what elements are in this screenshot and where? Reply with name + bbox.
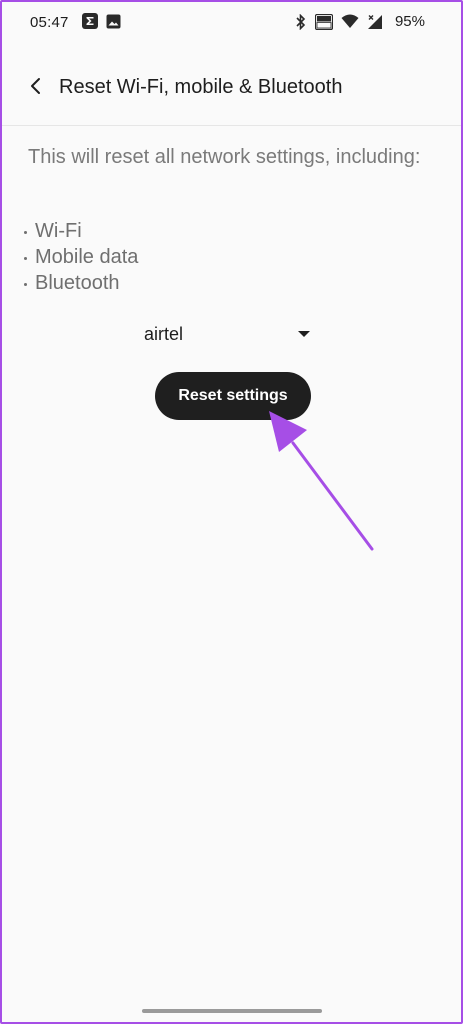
status-bar: 05:47 95% [2,2,461,44]
caret-down-icon [298,331,310,337]
system-icons: 95% [295,13,425,30]
bluetooth-icon [295,13,307,30]
app-bar: Reset Wi-Fi, mobile & Bluetooth [2,62,461,114]
annotation-arrow-icon [269,411,374,551]
image-notification-icon [106,14,121,29]
bullet-dot [24,282,27,286]
list-item: Wi-Fi [24,218,138,244]
battery-percentage: 95% [394,13,425,30]
signal-icon [367,14,383,30]
list-item-label: Mobile data [35,246,139,268]
list-item: Mobile data [24,244,138,270]
back-button[interactable] [22,74,50,102]
sim-selector-dropdown[interactable]: airtel [144,320,314,348]
page-title: Reset Wi-Fi, mobile & Bluetooth [59,76,343,98]
sigma-notification-icon [82,13,98,29]
list-item: Bluetooth [24,270,138,296]
volte-icon [314,13,333,30]
header-divider [2,125,461,126]
list-item-label: Wi-Fi [35,220,82,242]
home-indicator[interactable] [142,1009,322,1013]
reset-items-list: Wi-Fi Mobile data Bluetooth [24,218,138,296]
list-item-label: Bluetooth [35,272,120,294]
reset-description: This will reset all network settings, in… [28,146,421,168]
reset-settings-button[interactable]: Reset settings [155,372,311,420]
wifi-icon [341,14,359,29]
chevron-left-icon [29,77,43,100]
notification-icons [82,13,121,29]
bullet-dot [24,230,27,234]
status-time: 05:47 [30,14,69,31]
phone-screen: 05:47 95% Reset Wi-Fi, mobile & Bluetoot… [0,0,463,1024]
sim-selector-value: airtel [144,323,184,344]
bullet-dot [24,256,27,260]
